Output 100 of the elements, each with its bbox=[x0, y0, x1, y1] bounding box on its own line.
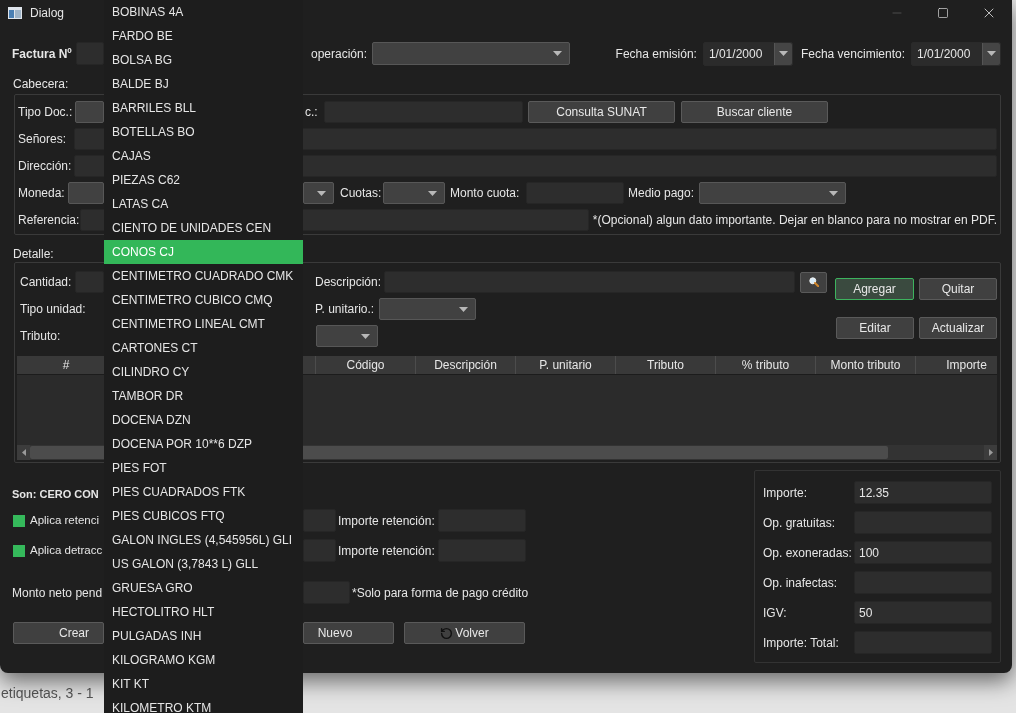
field-label: Importe retención: bbox=[338, 512, 435, 530]
date-picker-button[interactable] bbox=[982, 42, 1000, 65]
select-field[interactable] bbox=[316, 325, 378, 347]
caret-icon bbox=[987, 51, 996, 56]
select-field[interactable] bbox=[379, 298, 476, 320]
column-header[interactable]: # bbox=[17, 356, 104, 374]
field-label: Descripción: bbox=[315, 274, 382, 291]
update-button[interactable]: Actualizar bbox=[919, 317, 997, 339]
field-label: Tipo Doc.: bbox=[18, 104, 73, 121]
dropdown-option[interactable]: TAMBOR DR bbox=[104, 384, 303, 408]
dropdown-option[interactable]: GRUESA GRO bbox=[104, 576, 303, 600]
column-header[interactable]: Código bbox=[315, 356, 415, 374]
caret-icon bbox=[829, 190, 838, 196]
field-label: Fecha emisión: bbox=[615, 45, 697, 63]
dropdown-option[interactable]: DOCENA POR 10**6 DZP bbox=[104, 432, 303, 456]
dropdown-option[interactable]: CARTONES CT bbox=[104, 336, 303, 360]
dropdown-option[interactable]: BALDE BJ bbox=[104, 72, 303, 96]
dropdown-option[interactable]: CENTIMETRO LINEAL CMT bbox=[104, 312, 303, 336]
dropdown-option[interactable]: PIES CUADRADOS FTK bbox=[104, 480, 303, 504]
field-label: Referencia: bbox=[18, 212, 80, 229]
column-header[interactable]: P. unitario bbox=[515, 356, 615, 374]
scroll-right-button[interactable] bbox=[984, 445, 997, 460]
section-title: Cabecera: bbox=[13, 76, 69, 93]
date-field[interactable]: 1/01/2000 bbox=[911, 41, 1001, 66]
dropdown-option[interactable]: PIES FOT bbox=[104, 456, 303, 480]
column-header[interactable]: Descripción bbox=[415, 356, 515, 374]
checkbox-label: Aplica detracc bbox=[30, 542, 103, 558]
date-picker-button[interactable] bbox=[773, 42, 792, 65]
field-label: Fecha vencimiento: bbox=[800, 45, 905, 63]
field-label: Importe: bbox=[763, 484, 807, 502]
dropdown-option[interactable]: CAJAS bbox=[104, 144, 303, 168]
dropdown-option[interactable]: PIES CUBICOS FTQ bbox=[104, 504, 303, 528]
dropdown-option[interactable]: KILOMETRO KTM bbox=[104, 696, 303, 713]
text-field[interactable]: 12.35 bbox=[854, 481, 992, 504]
field-label: Dirección: bbox=[18, 158, 72, 175]
column-header[interactable]: % tributo bbox=[715, 356, 815, 374]
dropdown-option[interactable]: DOCENA DZN bbox=[104, 408, 303, 432]
edit-button[interactable]: Editar bbox=[836, 317, 914, 339]
search-icon bbox=[808, 277, 819, 287]
field-label: Op. exoneradas: bbox=[763, 544, 852, 562]
date-field[interactable]: 1/01/2000 bbox=[702, 41, 793, 66]
dropdown-option[interactable]: US GALON (3,7843 L) GLL bbox=[104, 552, 303, 576]
text-field[interactable]: 50 bbox=[854, 601, 992, 624]
back-button[interactable]: Volver bbox=[404, 622, 525, 644]
dropdown-option[interactable]: PIEZAS C62 bbox=[104, 168, 303, 192]
field-label: Importe: Total: bbox=[763, 634, 839, 652]
text-field[interactable]: 100 bbox=[854, 541, 992, 564]
new-button[interactable]: Nuevo bbox=[303, 622, 394, 644]
select-field[interactable] bbox=[68, 182, 104, 204]
dropdown-option[interactable]: CIENTO DE UNIDADES CEN bbox=[104, 216, 303, 240]
add-button[interactable]: Agregar bbox=[835, 278, 914, 300]
dropdown-option[interactable]: BARRILES BLL bbox=[104, 96, 303, 120]
caret-icon bbox=[778, 51, 788, 56]
checkbox[interactable] bbox=[13, 514, 25, 527]
field-label: c.: bbox=[305, 104, 318, 121]
select-field[interactable] bbox=[303, 182, 334, 204]
search-customer-button[interactable]: Buscar cliente bbox=[681, 101, 828, 123]
dropdown-option[interactable]: HECTOLITRO HLT bbox=[104, 600, 303, 624]
select-field[interactable] bbox=[383, 182, 445, 204]
caret-icon bbox=[428, 190, 437, 196]
field-label: Tipo unidad: bbox=[20, 301, 86, 318]
checkbox-label: Aplica retenci bbox=[30, 512, 100, 528]
field-label: Op. gratuitas: bbox=[763, 514, 836, 532]
window-title: Dialog bbox=[30, 5, 65, 22]
dropdown-option[interactable]: BOLSA BG bbox=[104, 48, 303, 72]
caret-left-icon bbox=[21, 449, 26, 456]
amount-in-words: Son: CERO CON bbox=[12, 486, 99, 502]
dropdown-option[interactable]: GALON INGLES (4,545956L) GLI bbox=[104, 528, 303, 552]
dropdown-option[interactable]: CENTIMETRO CUADRADO CMK bbox=[104, 264, 303, 288]
checkbox[interactable] bbox=[13, 544, 25, 557]
caret-right-icon bbox=[988, 449, 993, 456]
field-label: Monto cuota: bbox=[450, 185, 520, 202]
dropdown-option[interactable]: CENTIMETRO CUBICO CMQ bbox=[104, 288, 303, 312]
dropdown-option[interactable]: BOTELLAS BO bbox=[104, 120, 303, 144]
search-button[interactable] bbox=[800, 271, 827, 293]
column-header[interactable]: Tributo bbox=[615, 356, 715, 374]
field-label: Tributo: bbox=[20, 328, 61, 345]
section-title: Detalle: bbox=[13, 246, 54, 263]
dropdown-option[interactable]: PULGADAS INH bbox=[104, 624, 303, 648]
remove-button[interactable]: Quitar bbox=[919, 278, 997, 300]
field-label: *(Opcional) algun dato importante. Dejar en blanco para no mostrar en PDF. bbox=[592, 212, 997, 229]
select-field[interactable] bbox=[75, 101, 104, 123]
dropdown-option[interactable]: CILINDRO CY bbox=[104, 360, 303, 384]
caret-icon bbox=[459, 306, 468, 312]
caret-icon bbox=[361, 333, 370, 339]
field-label: IGV: bbox=[763, 604, 787, 622]
dropdown-option[interactable]: KIT KT bbox=[104, 672, 303, 696]
dropdown-option[interactable]: BOBINAS 4A bbox=[104, 0, 303, 24]
dropdown-option[interactable]: KILOGRAMO KGM bbox=[104, 648, 303, 672]
dropdown-option[interactable]: LATAS CA bbox=[104, 192, 303, 216]
select-field[interactable] bbox=[699, 182, 846, 204]
maximize-icon bbox=[937, 7, 949, 19]
sunat-query-button[interactable]: Consulta SUNAT bbox=[528, 101, 675, 123]
scroll-left-button[interactable] bbox=[17, 445, 30, 460]
column-header[interactable]: Importe bbox=[915, 356, 997, 374]
dropdown-option[interactable]: FARDO BE bbox=[104, 24, 303, 48]
select-field[interactable] bbox=[372, 42, 570, 65]
create-button[interactable]: Crear bbox=[13, 622, 104, 644]
column-header[interactable]: Monto tributo bbox=[815, 356, 915, 374]
caret-icon bbox=[553, 51, 562, 56]
